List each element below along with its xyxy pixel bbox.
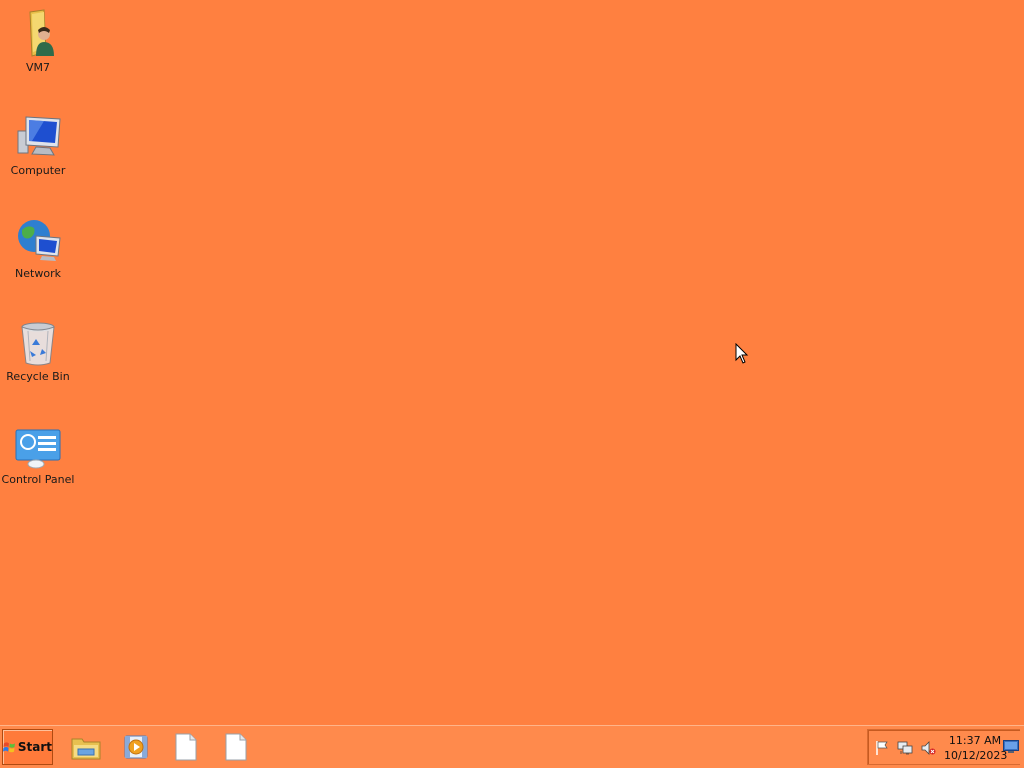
taskbar: Start 11:37 AM 10/12/2023: [0, 725, 1024, 768]
taskbar-clock[interactable]: 11:37 AM 10/12/2023: [944, 733, 1008, 763]
desktop-icon-recycle-bin[interactable]: Recycle Bin: [0, 311, 76, 397]
blank-document-icon: [175, 733, 197, 761]
recycle-bin-icon: [14, 317, 62, 367]
clock-time: 11:37 AM: [948, 734, 1002, 747]
media-player-icon: [124, 735, 148, 759]
desktop-icon-label: Computer: [10, 164, 66, 177]
desktop-icon-label: Recycle Bin: [6, 370, 70, 383]
start-button[interactable]: Start: [2, 729, 53, 765]
control-panel-icon: [14, 420, 62, 470]
desktop-icon-label: VM7: [25, 61, 50, 74]
taskbar-document-button[interactable]: [217, 730, 255, 764]
network-status-icon[interactable]: [897, 740, 913, 756]
desktop-icon-control-panel[interactable]: Control Panel: [0, 414, 76, 500]
system-tray: 11:37 AM 10/12/2023: [867, 729, 1020, 765]
desktop-icon-computer[interactable]: Computer: [0, 105, 76, 191]
network-icon: [14, 214, 62, 264]
taskbar-file-explorer-button[interactable]: [67, 730, 105, 764]
desktop[interactable]: VM7 Computer Network Recycle Bin Control…: [0, 0, 1024, 725]
windows-logo-icon: [3, 742, 15, 753]
show-desktop-icon[interactable]: [1003, 740, 1019, 754]
start-label: Start: [17, 740, 52, 754]
action-center-flag-icon[interactable]: [874, 740, 890, 756]
file-explorer-icon: [71, 738, 101, 760]
desktop-icon-vm7[interactable]: VM7: [0, 2, 76, 88]
desktop-icon-label: Control Panel: [1, 473, 75, 486]
desktop-icon-label: Network: [15, 267, 61, 280]
volume-muted-icon[interactable]: [920, 740, 936, 756]
mouse-cursor-icon: [735, 343, 749, 364]
user-folder-icon: [14, 8, 62, 58]
clock-date: 10/12/2023: [944, 749, 1008, 762]
taskbar-media-player-button[interactable]: [117, 730, 155, 764]
computer-icon: [14, 111, 62, 161]
desktop-icon-network[interactable]: Network: [0, 208, 76, 294]
blank-document-icon: [225, 733, 247, 761]
taskbar-document-button[interactable]: [167, 730, 205, 764]
